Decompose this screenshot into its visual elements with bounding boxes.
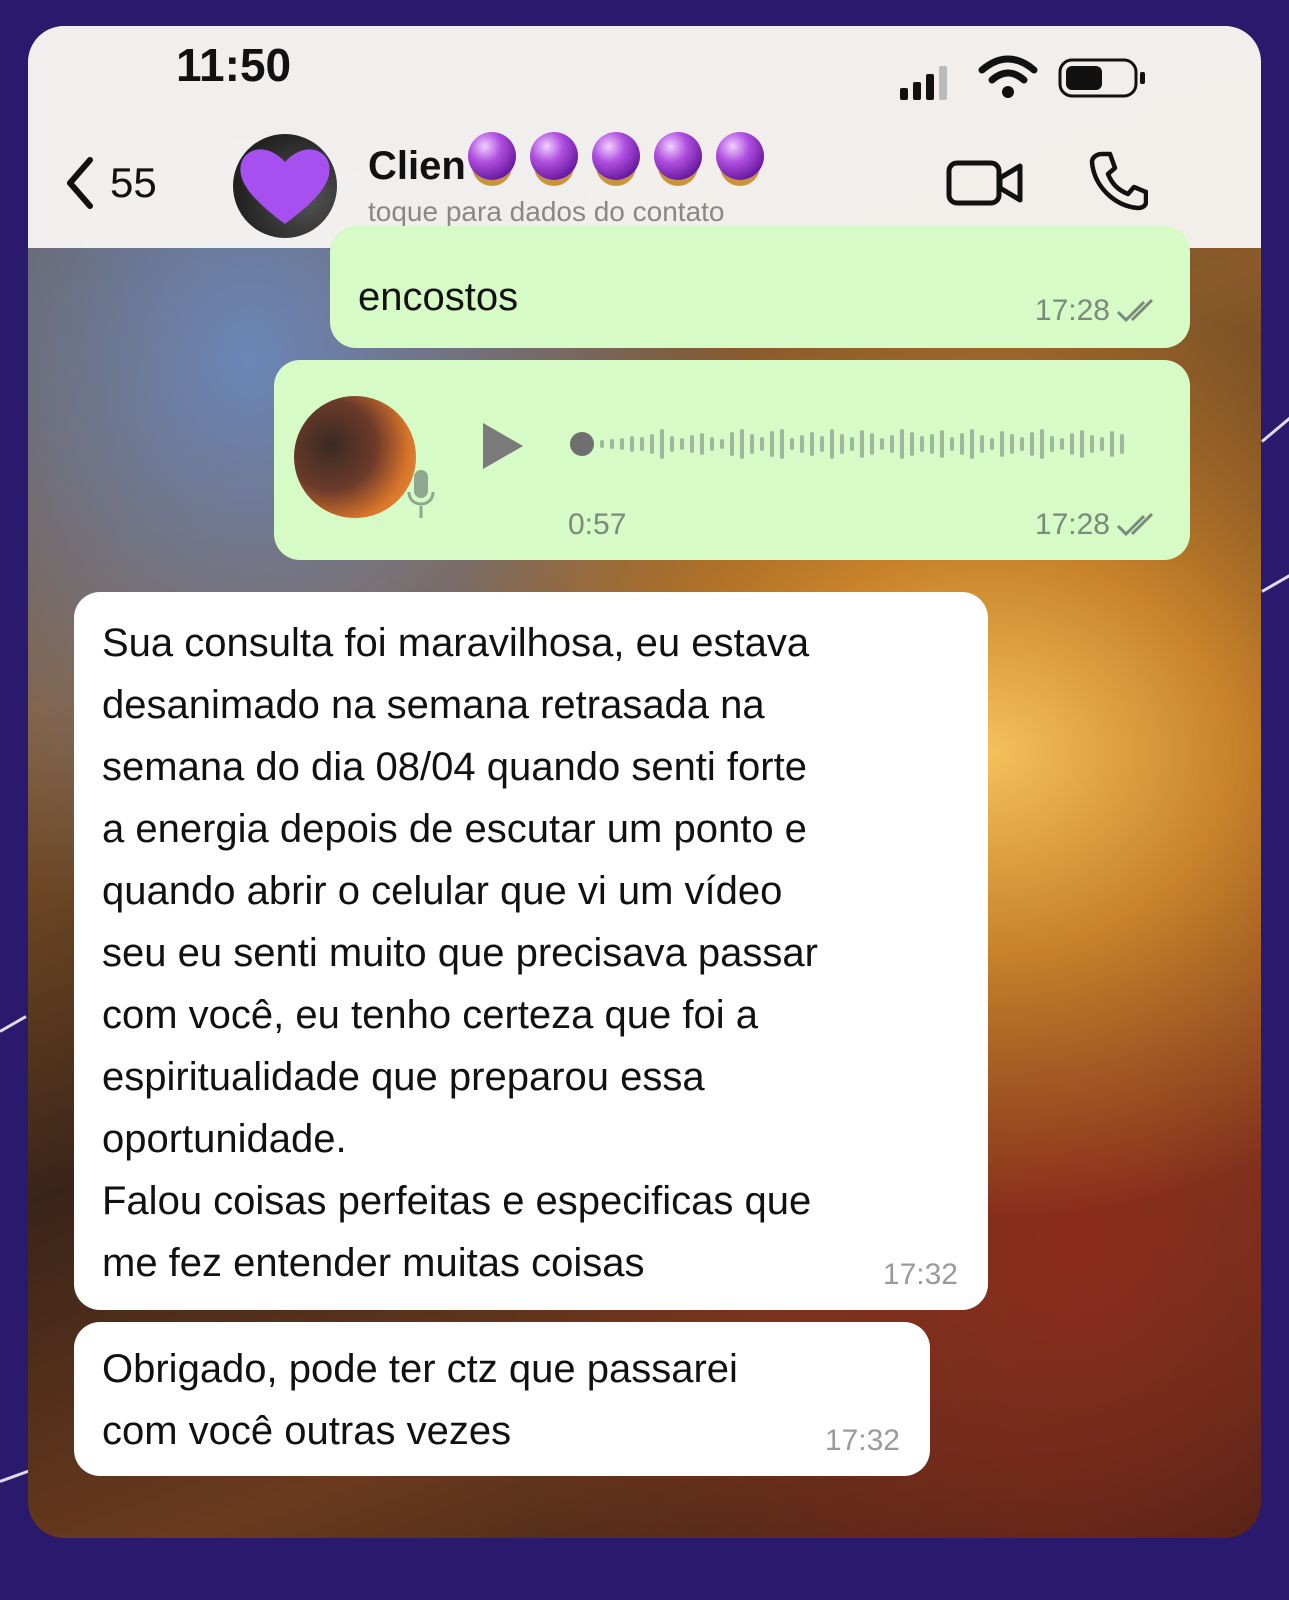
- waveform-bar: [870, 433, 874, 455]
- message-text: encostos: [358, 275, 519, 319]
- waveform-bar: [770, 431, 774, 457]
- contact-avatar[interactable]: [233, 134, 337, 238]
- message-time: 17:28: [1034, 508, 1110, 541]
- waveform-bar: [760, 437, 764, 451]
- double-check-icon: [1116, 512, 1154, 537]
- waveform-bar: [810, 432, 814, 456]
- waveform-bar: [860, 430, 864, 458]
- waveform-bar: [890, 435, 894, 453]
- waveform-bar: [670, 436, 674, 452]
- waveform-bar: [620, 438, 624, 450]
- voice-message-bubble[interactable]: 0:57 17:28: [274, 360, 1190, 560]
- waveform-bar: [830, 429, 834, 459]
- microphone-icon: [407, 470, 435, 518]
- waveform-bar: [1030, 432, 1034, 456]
- waveform-bar: [990, 438, 994, 450]
- contact-name[interactable]: Clien: [368, 144, 466, 189]
- back-button[interactable]: 55: [64, 156, 157, 210]
- double-check-icon: [1116, 298, 1154, 323]
- waveform-bar: [780, 429, 784, 459]
- waveform-bar: [1110, 431, 1114, 457]
- back-chevron-icon: [67, 157, 93, 209]
- phone-icon[interactable]: [1088, 150, 1148, 212]
- waveform-bar: [660, 429, 664, 459]
- message-bubble-incoming[interactable]: Obrigado, pode ter ctz que passarei com …: [74, 1322, 930, 1476]
- waveform-bar: [630, 436, 634, 452]
- waveform-bar: [1060, 438, 1064, 450]
- crystal-ball-row: [468, 132, 764, 180]
- message-bubble-outgoing[interactable]: encostos 17:28: [330, 226, 1190, 348]
- waveform-bar: [1010, 434, 1014, 454]
- crystal-ball-icon: [468, 132, 516, 180]
- voice-duration: 0:57: [568, 508, 627, 541]
- crystal-ball-icon: [654, 132, 702, 180]
- waveform-bar: [600, 440, 604, 448]
- phone-screen: 11:50 55 Clien toque para dados do conta…: [28, 26, 1261, 1538]
- sender-avatar: [294, 396, 416, 518]
- waveform-bar: [1050, 436, 1054, 452]
- waveform-bar: [680, 438, 684, 450]
- waveform-bar: [1080, 430, 1084, 458]
- waveform-bar: [700, 433, 704, 455]
- heart-icon: [240, 149, 330, 224]
- waveform-bar: [900, 429, 904, 459]
- waveform-bar: [1020, 437, 1024, 451]
- chat-header: 11:50 55 Clien toque para dados do conta…: [28, 26, 1261, 248]
- waveform-bar: [740, 429, 744, 459]
- waveform-bar: [960, 433, 964, 455]
- waveform-bar: [950, 437, 954, 451]
- waveform-bar: [910, 432, 914, 456]
- contact-subtitle[interactable]: toque para dados do contato: [368, 196, 725, 228]
- waveform-bar: [940, 430, 944, 458]
- playback-position[interactable]: [570, 432, 594, 456]
- waveform-bar: [1090, 435, 1094, 453]
- waveform-bar: [650, 434, 654, 454]
- waveform-bar: [1070, 433, 1074, 455]
- waveform-bar: [980, 435, 984, 453]
- waveform-bar: [690, 435, 694, 453]
- message-meta: 17:28: [1035, 508, 1160, 542]
- message-time: 17:32: [882, 1258, 958, 1291]
- waveform-bar: [750, 434, 754, 454]
- signal-icon: [900, 66, 947, 100]
- message-text: Obrigado, pode ter ctz que passarei com …: [102, 1347, 738, 1453]
- waveform-bar: [610, 439, 614, 449]
- waveform-bar: [880, 438, 884, 450]
- waveform-bar: [840, 434, 844, 454]
- crystal-ball-icon: [530, 132, 578, 180]
- waveform-bar: [820, 436, 824, 452]
- crystal-ball-icon: [716, 132, 764, 180]
- waveform-bar: [640, 437, 644, 451]
- waveform-bar: [710, 437, 714, 451]
- audio-waveform[interactable]: [570, 420, 1150, 468]
- decorative-line: [0, 1469, 29, 1483]
- waveform-bar: [720, 439, 724, 449]
- status-time: 11:50: [176, 39, 292, 91]
- wifi-icon: [978, 55, 1038, 98]
- message-meta: 17:28: [1035, 294, 1160, 328]
- waveform-bar: [800, 435, 804, 453]
- message-bubble-incoming[interactable]: Sua consulta foi maravilhosa, eu estava …: [74, 592, 988, 1310]
- waveform-bar: [1100, 437, 1104, 451]
- decorative-line: [1261, 414, 1289, 443]
- unread-count: 55: [110, 159, 157, 206]
- waveform-bar: [970, 429, 974, 459]
- crystal-ball-icon: [592, 132, 640, 180]
- waveform-bar: [1000, 431, 1004, 457]
- decorative-line: [1261, 570, 1289, 593]
- message-time: 17:28: [1034, 294, 1110, 327]
- waveform-bar: [930, 434, 934, 454]
- play-icon[interactable]: [479, 420, 525, 472]
- waveform-bar: [730, 432, 734, 456]
- waveform-bar: [850, 437, 854, 451]
- waveform-bar: [790, 438, 794, 450]
- video-call-icon[interactable]: [946, 158, 1024, 208]
- message-text: Sua consulta foi maravilhosa, eu estava …: [102, 621, 818, 1285]
- battery-icon: [1058, 58, 1145, 98]
- waveform-bar: [1120, 434, 1124, 454]
- message-time: 17:32: [824, 1424, 900, 1457]
- waveform-bar: [1040, 429, 1044, 459]
- waveform-bar: [920, 436, 924, 452]
- decorative-line: [0, 1015, 27, 1033]
